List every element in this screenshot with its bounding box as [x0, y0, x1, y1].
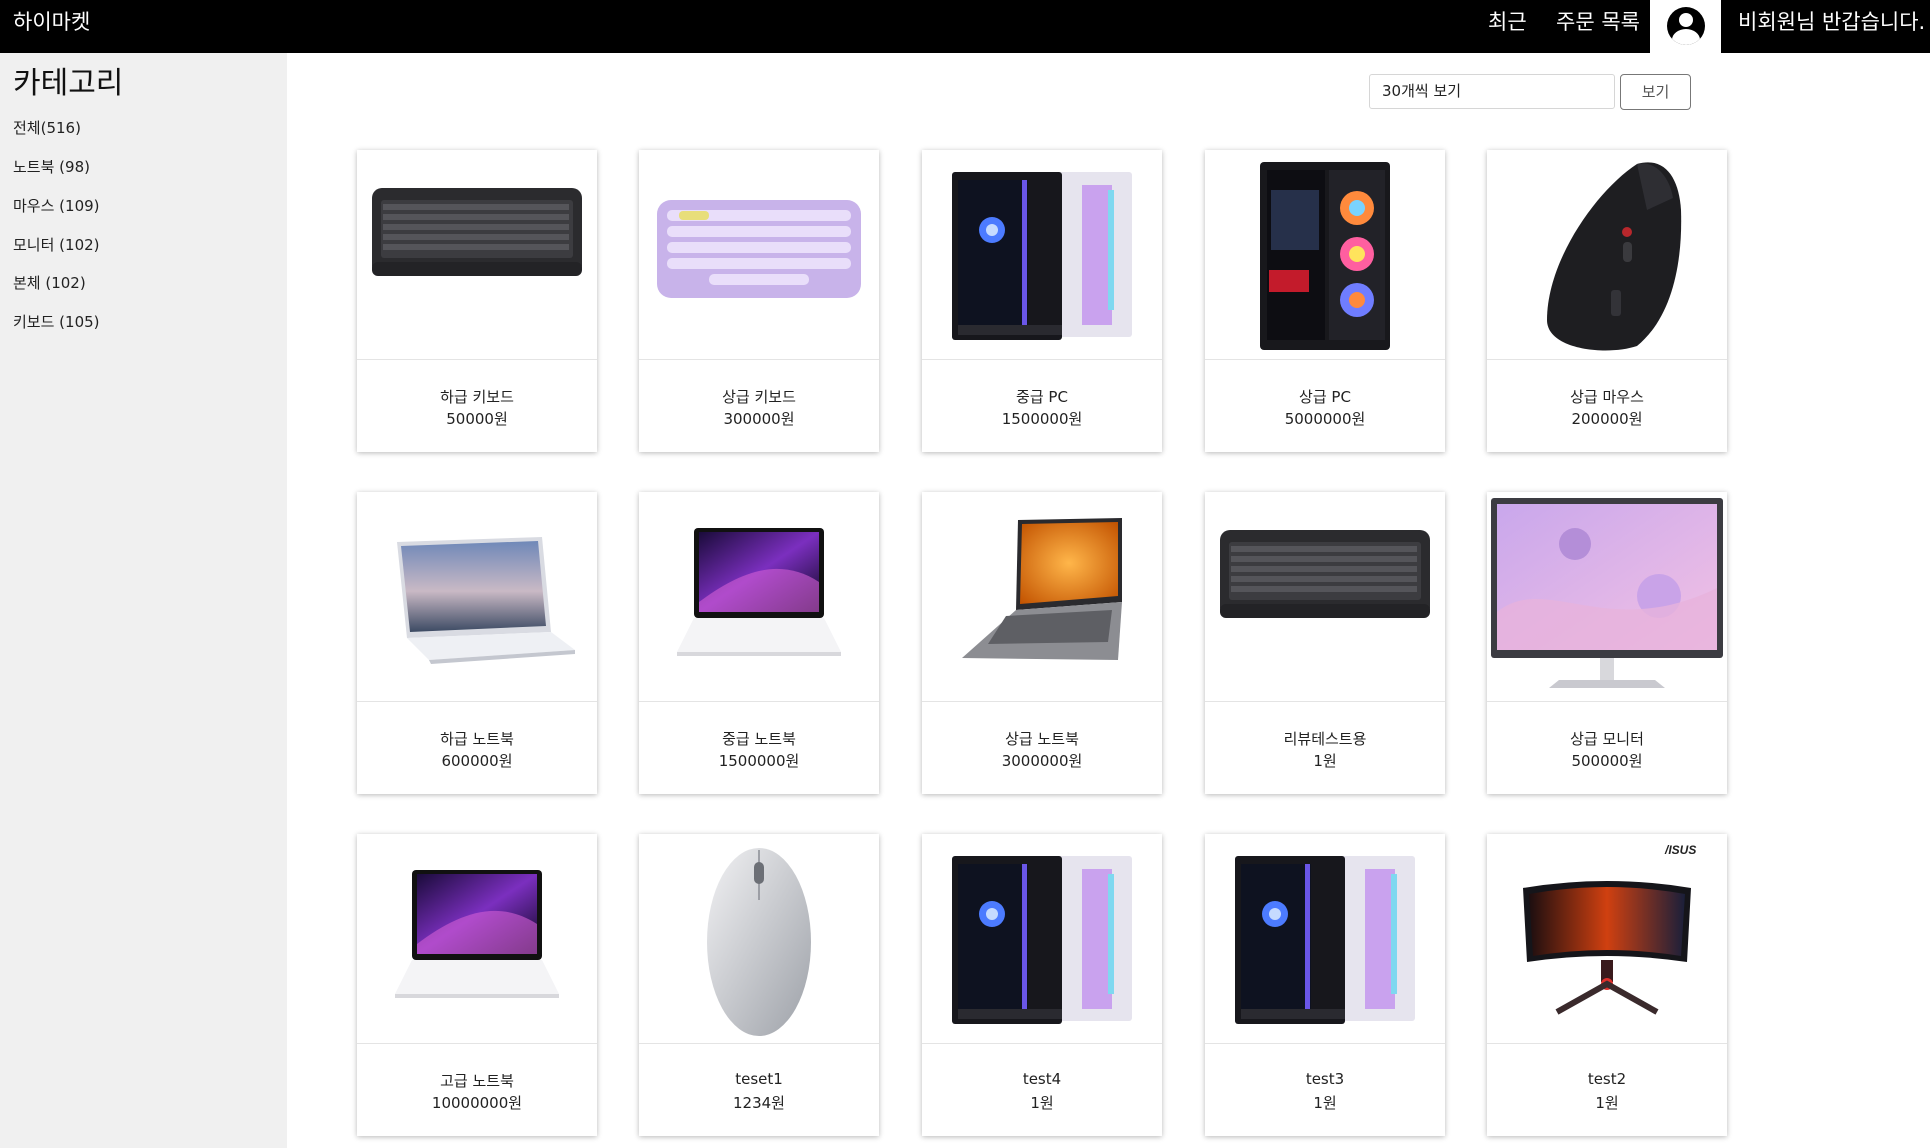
product-name: test2: [1587, 1070, 1627, 1088]
product-name: teset1: [735, 1070, 783, 1088]
product-name: 중급 PC: [1016, 388, 1068, 406]
pc-case-pair-icon: [1235, 856, 1415, 1024]
product-image[interactable]: [639, 492, 879, 702]
product-price: 300000원: [723, 410, 795, 428]
greeting-text: 비회원님 반갑습니다.: [1738, 10, 1926, 34]
product-card[interactable]: 상급 모니터 500000원: [1487, 492, 1727, 794]
product-price: 10000000원: [431, 1094, 523, 1112]
product-name: 중급 노트북: [722, 730, 796, 748]
product-card[interactable]: test2 1원: [1487, 834, 1727, 1136]
product-card[interactable]: 중급 PC 1500000원: [922, 150, 1162, 452]
product-name: 상급 마우스: [1570, 388, 1644, 406]
product-card[interactable]: 하급 노트북 600000원: [357, 492, 597, 794]
product-price: 1원: [1313, 752, 1337, 770]
product-price: 1원: [1030, 1094, 1054, 1112]
product-name: 하급 키보드: [440, 388, 514, 406]
product-price: 1원: [1595, 1094, 1619, 1112]
product-name: 상급 모니터: [1570, 730, 1644, 748]
product-image[interactable]: [1487, 834, 1727, 1044]
category-title: 카테고리: [13, 66, 124, 101]
nav-orders-link[interactable]: 주문 목록: [1556, 6, 1640, 36]
category-keyboard[interactable]: 키보드 (105): [13, 311, 100, 332]
user-avatar-button[interactable]: [1650, 0, 1721, 53]
product-image[interactable]: [639, 834, 879, 1044]
product-card[interactable]: 상급 마우스 200000원: [1487, 150, 1727, 452]
curved-monitor-icon: [1487, 834, 1727, 1044]
product-image[interactable]: [1205, 492, 1445, 702]
product-price: 3000000원: [1001, 752, 1083, 770]
category-monitor[interactable]: 모니터 (102): [13, 234, 100, 255]
product-card[interactable]: 하급 키보드 50000원: [357, 150, 597, 452]
product-price: 600000원: [441, 752, 513, 770]
category-laptop[interactable]: 노트북 (98): [13, 156, 90, 177]
product-name: test4: [1022, 1070, 1062, 1088]
product-price: 500000원: [1571, 752, 1643, 770]
purple-screen-laptop-icon: [677, 528, 841, 656]
monitor-icon: [1491, 498, 1723, 688]
product-card[interactable]: test3 1원: [1205, 834, 1445, 1136]
gray-laptop-icon: [962, 518, 1122, 660]
user-icon: [1667, 7, 1705, 45]
product-name: 리뷰테스트용: [1283, 730, 1367, 748]
product-image[interactable]: [1487, 150, 1727, 360]
white-laptop-icon: [397, 537, 575, 664]
product-price: 1500000원: [718, 752, 800, 770]
per-page-select[interactable]: 30개씩 보기: [1369, 74, 1615, 109]
category-desktop[interactable]: 본체 (102): [13, 272, 86, 293]
product-price: 1234원: [733, 1094, 785, 1112]
product-image[interactable]: [357, 834, 597, 1044]
product-image[interactable]: [922, 150, 1162, 360]
category-sidebar: 카테고리 전체(516) 노트북 (98) 마우스 (109) 모니터 (102…: [0, 53, 287, 1148]
purple-keyboard-icon: [657, 200, 861, 298]
category-all[interactable]: 전체(516): [13, 117, 81, 138]
product-name: 상급 노트북: [1005, 730, 1079, 748]
product-card[interactable]: 리뷰테스트용 1원: [1205, 492, 1445, 794]
product-image[interactable]: [922, 492, 1162, 702]
vertical-mouse-icon: [1547, 162, 1682, 351]
greeting-box: 비회원님 반갑습니다.: [1721, 0, 1930, 53]
product-card[interactable]: 상급 PC 5000000원: [1205, 150, 1445, 452]
product-card[interactable]: teset1 1234원: [639, 834, 879, 1136]
product-price: 5000000원: [1284, 410, 1366, 428]
product-image[interactable]: [922, 834, 1162, 1044]
product-image[interactable]: [639, 150, 879, 360]
product-card[interactable]: 상급 키보드 300000원: [639, 150, 879, 452]
product-card[interactable]: 고급 노트북 10000000원: [357, 834, 597, 1136]
rgb-pc-case-icon: [1260, 162, 1390, 350]
product-name: 상급 PC: [1299, 388, 1351, 406]
purple-screen-laptop-icon: [395, 870, 559, 998]
product-price: 50000원: [446, 410, 508, 428]
silver-mouse-icon: [706, 847, 812, 1037]
product-price: 1원: [1313, 1094, 1337, 1112]
category-mouse[interactable]: 마우스 (109): [13, 195, 100, 216]
nav-recent-link[interactable]: 최근: [1488, 6, 1527, 36]
product-name: 하급 노트북: [440, 730, 514, 748]
product-card[interactable]: 상급 노트북 3000000원: [922, 492, 1162, 794]
pc-case-pair-icon: [952, 856, 1132, 1024]
product-card[interactable]: test4 1원: [922, 834, 1162, 1136]
product-price: 200000원: [1571, 410, 1643, 428]
top-navbar: 하이마켓 최근 주문 목록 비회원님 반갑습니다.: [0, 0, 1930, 53]
black-keyboard-icon: [1220, 530, 1430, 618]
product-image[interactable]: [357, 492, 597, 702]
product-image[interactable]: [1487, 492, 1727, 702]
product-image[interactable]: [1205, 150, 1445, 360]
product-price: 1500000원: [1001, 410, 1083, 428]
product-image[interactable]: [1205, 834, 1445, 1044]
pc-case-pair-icon: [952, 172, 1132, 340]
product-card[interactable]: 중급 노트북 1500000원: [639, 492, 879, 794]
view-button[interactable]: 보기: [1620, 74, 1691, 110]
product-image[interactable]: [357, 150, 597, 360]
product-name: 고급 노트북: [440, 1072, 514, 1090]
black-keyboard-icon: [372, 188, 582, 276]
brand-logo-link[interactable]: 하이마켓: [13, 6, 90, 36]
product-name: test3: [1305, 1070, 1345, 1088]
product-name: 상급 키보드: [722, 388, 796, 406]
